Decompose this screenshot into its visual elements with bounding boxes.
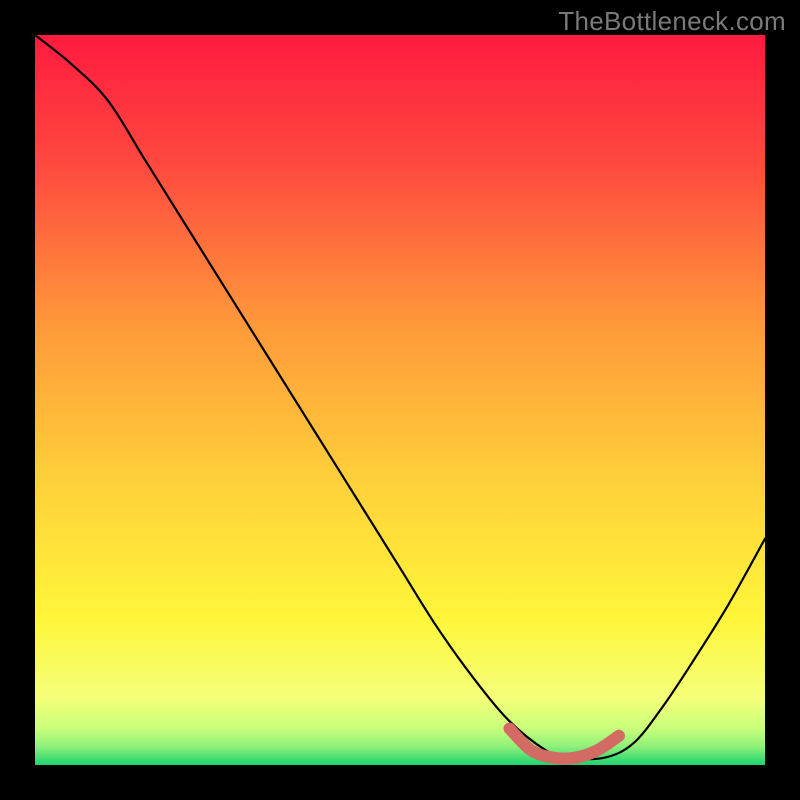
watermark-text: TheBottleneck.com	[558, 6, 786, 37]
chart-frame: TheBottleneck.com	[0, 0, 800, 800]
plot-area	[35, 35, 765, 765]
gradient-background	[35, 35, 765, 765]
chart-svg	[35, 35, 765, 765]
